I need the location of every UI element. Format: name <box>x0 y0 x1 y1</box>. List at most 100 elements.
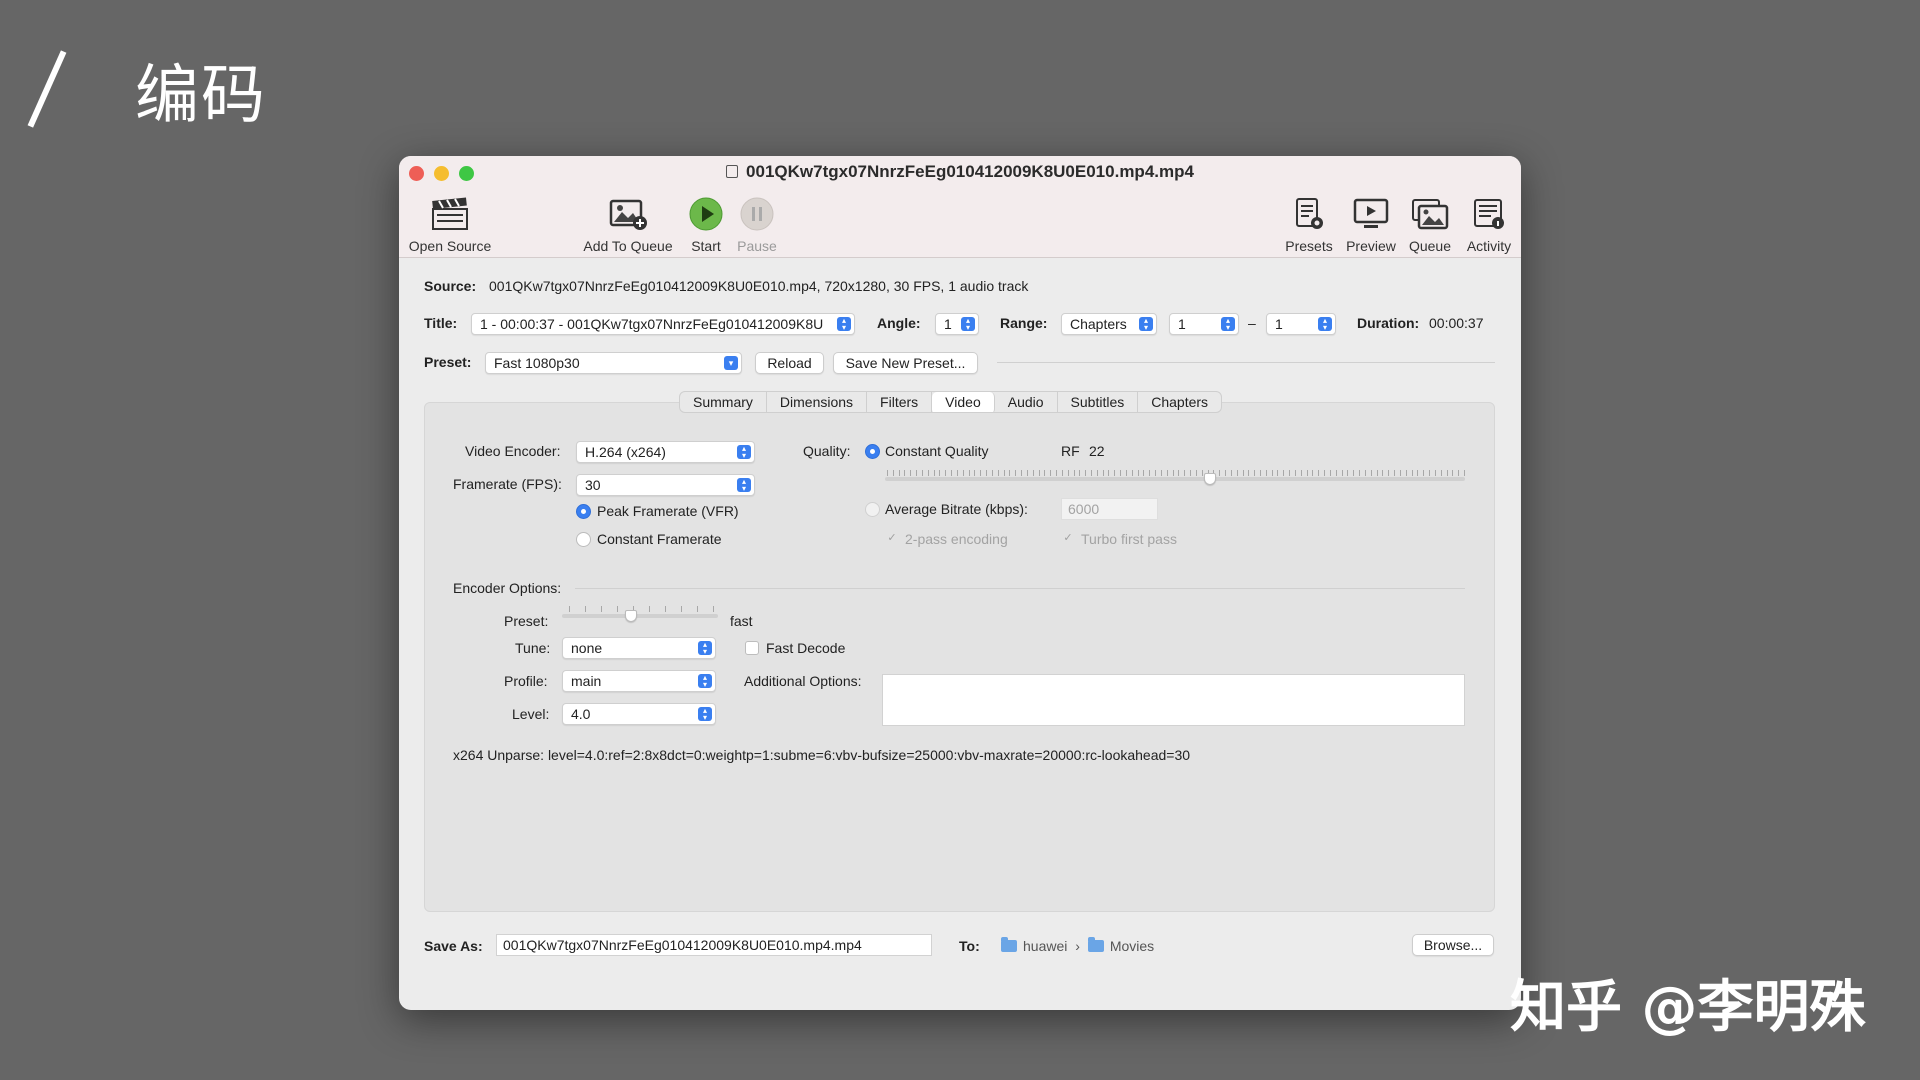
angle-label: Angle: <box>877 315 921 331</box>
slider-tick <box>1003 470 1005 476</box>
slider-tick <box>1382 470 1384 476</box>
folder-icon <box>1087 937 1104 952</box>
slider-tick <box>1149 470 1151 476</box>
slider-tick <box>1160 470 1162 476</box>
average-bitrate-radio[interactable] <box>865 502 880 517</box>
peak-framerate-radio[interactable] <box>576 504 591 519</box>
slider-tick <box>1405 470 1407 476</box>
slider-tick <box>1125 470 1127 476</box>
slider-tick <box>1079 470 1081 476</box>
fast-decode-checkbox[interactable] <box>745 641 759 655</box>
slider-tick <box>962 470 964 476</box>
encoder-preset-slider-track[interactable] <box>562 614 718 618</box>
constant-framerate-radio[interactable] <box>576 532 591 547</box>
range-start-value: 1 <box>1178 316 1186 332</box>
video-encoder-select[interactable]: H.264 (x264) ▴ ▾ <box>576 441 755 463</box>
slider-tick <box>968 470 970 476</box>
tab-summary[interactable]: Summary <box>680 392 767 412</box>
title-label: Title: <box>424 315 458 331</box>
tab-dimensions[interactable]: Dimensions <box>767 392 868 412</box>
slider-tick <box>1329 470 1331 476</box>
additional-options-input[interactable] <box>882 674 1465 726</box>
presets-document-gear-icon <box>1289 194 1329 234</box>
slider-tick <box>1184 470 1186 476</box>
slider-tick <box>649 606 650 612</box>
slider-tick <box>1265 470 1267 476</box>
tab-subtitles[interactable]: Subtitles <box>1058 392 1139 412</box>
slider-tick <box>904 470 906 476</box>
rf-slider-knob[interactable] <box>1203 473 1216 485</box>
stepper-icon: ▴ ▾ <box>961 317 975 332</box>
slider-tick <box>1009 470 1011 476</box>
two-pass-checkbox[interactable]: ✓ <box>885 532 899 546</box>
reload-button[interactable]: Reload <box>755 352 824 374</box>
slider-tick <box>1120 470 1122 476</box>
pause-icon <box>737 194 777 234</box>
rf-slider-track[interactable] <box>885 477 1465 481</box>
activity-button[interactable]: Activity <box>1461 194 1517 254</box>
constant-framerate-label: Constant Framerate <box>597 531 722 547</box>
range-start-select[interactable]: 1 ▴ ▾ <box>1169 313 1239 335</box>
preview-label: Preview <box>1346 238 1396 254</box>
slider-tick <box>1318 470 1320 476</box>
slider-tick <box>1452 470 1454 476</box>
slider-tick <box>1172 470 1174 476</box>
slider-tick <box>1306 470 1308 476</box>
add-to-queue-label: Add To Queue <box>583 238 673 254</box>
slider-tick <box>1458 470 1460 476</box>
queue-button[interactable]: Queue <box>1405 194 1455 254</box>
encoder-preset-slider-knob[interactable] <box>624 610 637 622</box>
average-bitrate-input[interactable]: 6000 <box>1061 498 1158 520</box>
slider-tick <box>1370 470 1372 476</box>
slider-tick <box>1411 470 1413 476</box>
slider-tick <box>569 606 570 612</box>
stepper-icon: ▴ ▾ <box>837 317 851 332</box>
stacked-images-icon <box>1410 194 1450 234</box>
slider-tick <box>1289 470 1291 476</box>
profile-select[interactable]: main ▴ ▾ <box>562 670 716 692</box>
slider-tick <box>1056 470 1058 476</box>
save-new-preset-button[interactable]: Save New Preset... <box>833 352 978 374</box>
preset-select[interactable]: Fast 1080p30 ▾ <box>485 352 742 374</box>
average-bitrate-label: Average Bitrate (kbps): <box>885 501 1028 517</box>
framerate-select[interactable]: 30 ▴ ▾ <box>576 474 755 496</box>
preview-button[interactable]: Preview <box>1343 194 1399 254</box>
slider-tick <box>1283 470 1285 476</box>
open-source-button[interactable]: Open Source <box>407 194 493 254</box>
add-to-queue-button[interactable]: Add To Queue <box>580 194 676 254</box>
pause-button[interactable]: Pause <box>734 194 780 254</box>
slider-tick <box>1190 470 1192 476</box>
range-end-value: 1 <box>1275 316 1283 332</box>
slider-tick <box>986 470 988 476</box>
browse-button[interactable]: Browse... <box>1412 934 1494 956</box>
angle-select[interactable]: 1 ▴ ▾ <box>935 313 979 335</box>
range-label: Range: <box>1000 315 1048 331</box>
level-label: Level: <box>512 706 550 722</box>
slider-tick <box>1067 470 1069 476</box>
tab-filters[interactable]: Filters <box>867 392 933 412</box>
level-select[interactable]: 4.0 ▴ ▾ <box>562 703 716 725</box>
slider-tick <box>1440 470 1442 476</box>
title-select[interactable]: 1 - 00:00:37 - 001QKw7tgx07NnrzFeEg01041… <box>471 313 855 335</box>
tab-video[interactable]: Video <box>932 392 995 412</box>
turbo-first-pass-checkbox[interactable]: ✓ <box>1061 532 1075 546</box>
range-end-select[interactable]: 1 ▴ ▾ <box>1266 313 1336 335</box>
x264-unparse-text: x264 Unparse: level=4.0:ref=2:8x8dct=0:w… <box>453 747 1191 763</box>
slider-tick <box>1364 470 1366 476</box>
constant-quality-radio[interactable] <box>865 444 880 459</box>
encoder-options-divider <box>575 588 1465 589</box>
start-button[interactable]: Start <box>684 194 728 254</box>
presets-button[interactable]: Presets <box>1282 194 1336 254</box>
range-type-select[interactable]: Chapters ▴ ▾ <box>1061 313 1157 335</box>
tab-chapters[interactable]: Chapters <box>1138 392 1221 412</box>
tab-audio[interactable]: Audio <box>995 392 1058 412</box>
tune-select[interactable]: none ▴ ▾ <box>562 637 716 659</box>
start-label: Start <box>691 238 721 254</box>
slider-tick <box>1085 470 1087 476</box>
slider-tick <box>1324 470 1326 476</box>
tune-label: Tune: <box>515 640 551 656</box>
slider-tick <box>980 470 982 476</box>
save-as-input[interactable]: 001QKw7tgx07NnrzFeEg010412009K8U0E010.mp… <box>496 934 932 956</box>
destination-path[interactable]: huawei › Movies <box>1001 937 1154 954</box>
slider-tick <box>1021 470 1023 476</box>
